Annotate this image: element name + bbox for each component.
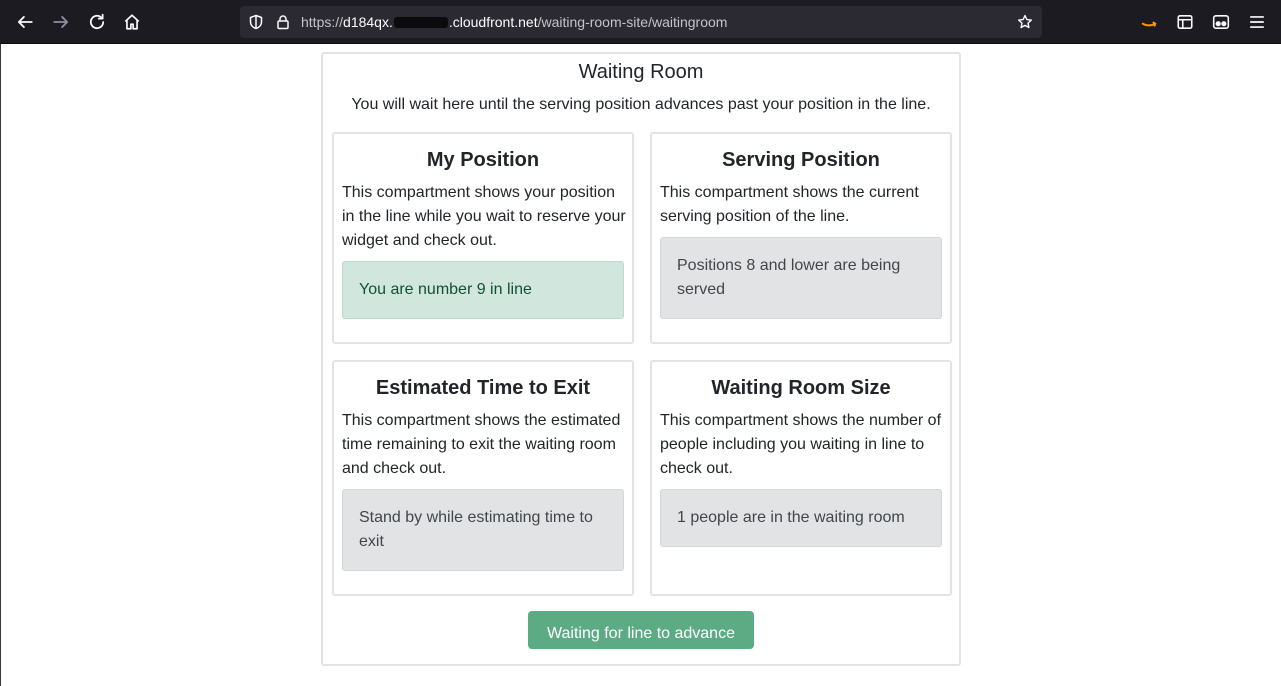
my-position-status: You are number 9 in line: [342, 261, 624, 319]
url-host-end: .cloudfront.net: [448, 14, 538, 30]
mask-extension-icon[interactable]: [1209, 10, 1233, 34]
time-to-exit-panel: Estimated Time to Exit This compartment …: [332, 360, 634, 596]
panel-description: This compartment shows the number of peo…: [660, 412, 942, 477]
my-position-panel: My Position This compartment shows your …: [332, 132, 634, 344]
serving-position-panel: Serving Position This compartment shows …: [650, 132, 952, 344]
reader-view-icon[interactable]: [1173, 10, 1197, 34]
panel-description: This compartment shows the current servi…: [660, 184, 919, 225]
waiting-room-card: Waiting Room You will wait here until th…: [321, 52, 961, 666]
room-size-status: 1 people are in the waiting room: [660, 489, 942, 547]
panel-title: Estimated Time to Exit: [375, 377, 591, 399]
lock-icon[interactable]: [274, 13, 292, 31]
serving-position-status: Positions 8 and lower are being served: [660, 237, 942, 319]
page-title: Waiting Room: [578, 61, 704, 83]
url-host-start: d184qx.: [343, 14, 393, 30]
waiting-button[interactable]: Waiting for line to advance: [528, 611, 754, 649]
room-size-panel: Waiting Room Size This compartment shows…: [650, 360, 952, 596]
url-text[interactable]: https://d184qx. .cloudfront.net/waiting-r…: [301, 14, 727, 30]
reload-icon[interactable]: [85, 10, 109, 34]
window-edge: [0, 44, 1, 686]
panel-title: Serving Position: [722, 149, 880, 171]
panel-title: My Position: [426, 149, 540, 171]
panel-description: This compartment shows your position in …: [342, 184, 626, 249]
browser-toolbar: https://d184qx. .cloudfront.net/waiting-r…: [0, 0, 1281, 44]
forward-arrow-icon[interactable]: [49, 10, 73, 34]
star-icon[interactable]: [1016, 13, 1034, 31]
home-icon[interactable]: [120, 10, 144, 34]
time-to-exit-status: Stand by while estimating time to exit: [342, 489, 624, 571]
amazon-extension-icon[interactable]: [1137, 10, 1161, 34]
shield-icon[interactable]: [247, 13, 265, 31]
redacted-block: [393, 17, 448, 28]
url-scheme: https://: [301, 14, 344, 30]
hamburger-menu-icon[interactable]: [1245, 10, 1269, 34]
page-description: You will wait here until the serving pos…: [351, 96, 931, 113]
url-bar[interactable]: https://d184qx. .cloudfront.net/waiting-r…: [240, 6, 1042, 38]
url-path: /waiting-room-site/waitingroom: [537, 14, 728, 30]
panel-title: Waiting Room Size: [711, 377, 891, 399]
panel-description: This compartment shows the estimated tim…: [342, 412, 621, 477]
back-arrow-icon[interactable]: [13, 10, 37, 34]
